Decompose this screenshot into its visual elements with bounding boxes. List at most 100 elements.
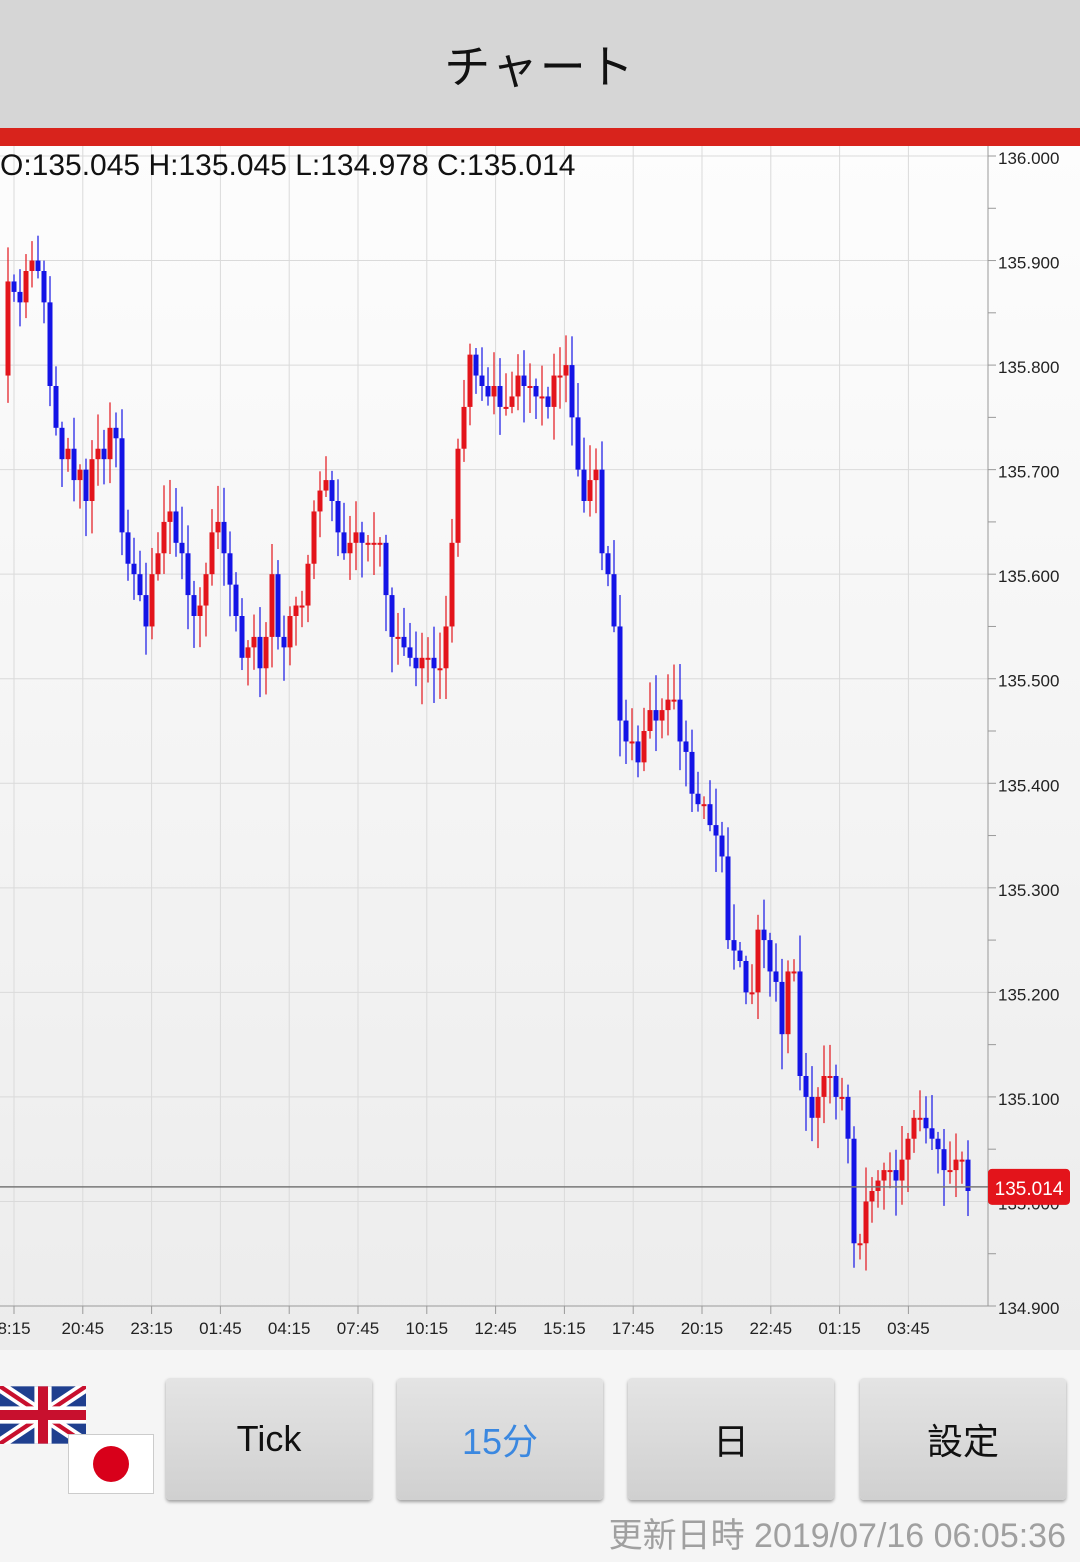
candle-body-up [515,375,521,397]
candle-body-up [269,574,275,637]
candle-body-up [749,992,755,995]
candle-body-up [857,1243,863,1246]
daily-button[interactable]: 日 [628,1378,834,1500]
candle-body-up [107,427,113,460]
candle-body-up [671,699,677,702]
candle-body-up [197,605,203,616]
candle-body-down [521,375,527,386]
candle-body-up [539,396,545,399]
candle-body-down [221,521,227,554]
candle-body-up [563,365,569,376]
candle-body-down [239,616,245,658]
tick-button[interactable]: Tick [166,1378,372,1500]
candle-body-up [821,1076,827,1097]
candle-body-up [551,375,557,407]
candle-body-down [731,940,737,951]
candle-body-down [383,542,389,596]
candle-body-up [791,971,797,974]
x-tick-label: 20:15 [681,1319,724,1338]
candle-body-down [569,365,575,418]
candle-body-up [395,636,401,639]
candle-body-up [89,459,95,501]
candlestick-chart[interactable]: 136.000 135.900 135.800 135.700 135.600 135.5… [0,146,1080,1350]
candle-body-up [455,448,461,543]
candle-body-down [767,940,773,972]
candle-body-down [35,260,41,271]
candle-body-down [719,835,725,857]
x-tick-label: 01:45 [199,1319,242,1338]
x-tick-label: 17:45 [612,1319,655,1338]
candle-body-up [209,532,215,575]
candle-body-up [887,1170,893,1173]
15min-button[interactable]: 15分 [397,1378,603,1500]
candle-body-up [203,574,209,606]
app-title-bar: チャート [0,0,1080,128]
candle-body-down [677,699,683,742]
candle-body-up [419,657,425,669]
candle-body-down [683,741,689,752]
candle-body-down [779,981,785,1035]
candle-body-up [593,469,599,481]
x-tick-label: 01:15 [818,1319,861,1338]
candle-body-up [377,542,383,545]
candle-body-up [659,710,665,721]
candle-body-up [293,605,299,616]
candle-body-up [299,605,305,608]
candle-body-down [53,386,59,428]
candle-body-down [335,501,341,533]
y-tick-label: 135.500 [998,672,1059,691]
candle-body-down [743,961,749,993]
candle-body-up [527,386,533,388]
x-tick-label: 8:15 [0,1319,31,1338]
accent-bar [0,128,1080,146]
candle-body-up [149,574,155,627]
x-tick-label: 03:45 [887,1319,930,1338]
candle-body-up [467,354,473,407]
candle-body-down [545,396,551,407]
candle-body-down [581,469,587,501]
candle-body-up [881,1170,887,1181]
candle-body-down [575,417,581,470]
candle-body-up [311,511,317,564]
candle-body-down [929,1128,935,1139]
candle-body-up [167,511,173,522]
candle-body-down [101,448,107,460]
candle-body-down [173,511,179,543]
candle-body-up [785,971,791,1035]
candle-body-down [635,741,641,763]
candle-body-up [557,375,563,378]
candle-body-up [155,553,161,575]
candle-body-up [911,1117,917,1139]
y-tick-label: 135.200 [998,985,1059,1004]
candle-body-down [797,971,803,1076]
candle-body-down [233,584,239,616]
candle-body-down [185,553,191,596]
candle-body-down [713,825,719,836]
candle-body-down [851,1138,857,1244]
x-tick-label: 04:15 [268,1319,311,1338]
candle-body-down [737,950,743,961]
settings-button[interactable]: 設定 [860,1378,1066,1500]
y-tick-label: 135.400 [998,776,1059,795]
candle-body-down [893,1170,899,1181]
candle-body-down [941,1149,947,1171]
candle-body-up [95,448,101,460]
candle-body-down [473,354,479,376]
candle-body-up [899,1159,905,1181]
candle-body-down [275,574,281,637]
candle-body-down [497,386,503,407]
x-tick-label: 12:45 [474,1319,517,1338]
y-tick-label: 135.100 [998,1090,1059,1109]
candle-body-up [959,1159,965,1162]
candle-body-down [329,480,335,501]
candle-body-down [407,647,413,658]
jp-flag-icon[interactable] [68,1434,154,1494]
chart-canvas[interactable]: 136.000 135.900 135.800 135.700 135.600 135.5… [0,146,1080,1350]
candle-body-down [47,302,53,386]
candle-body-down [83,469,89,501]
candle-body-up [755,929,761,993]
candle-body-up [29,260,35,271]
x-tick-label: 23:15 [130,1319,173,1338]
candle-body-down [431,657,437,669]
candle-body-up [65,448,71,460]
